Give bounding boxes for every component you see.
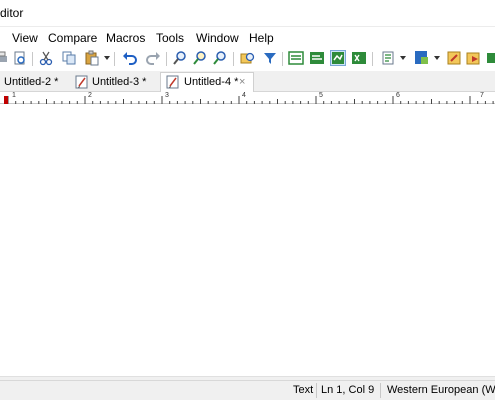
find-next-icon[interactable] bbox=[192, 50, 208, 66]
ruler-label: 2 bbox=[88, 92, 92, 99]
redo-icon[interactable] bbox=[145, 50, 161, 66]
bookmark-icon[interactable] bbox=[414, 50, 430, 66]
paste-dropdown-icon[interactable] bbox=[104, 56, 110, 60]
print-icon[interactable] bbox=[0, 50, 10, 66]
ruler-label: 3 bbox=[165, 92, 169, 99]
ruler-label: 7 bbox=[480, 92, 484, 99]
ruler: 1 2 3 4 5 6 7 bbox=[0, 92, 495, 104]
toolbar-separator bbox=[166, 52, 167, 66]
toolbar-separator bbox=[282, 52, 283, 66]
tab-label: Untitled-2 * bbox=[4, 76, 59, 88]
toolbar-separator bbox=[114, 52, 115, 66]
status-encoding[interactable]: Western European (Wir bbox=[387, 384, 495, 396]
editor-area[interactable] bbox=[0, 104, 495, 376]
macro-dropdown-icon[interactable] bbox=[400, 56, 406, 60]
cut-icon[interactable] bbox=[38, 50, 54, 66]
menu-window[interactable]: Window bbox=[196, 31, 239, 45]
ruler-ticks bbox=[4, 96, 494, 104]
ruler-label: 5 bbox=[319, 92, 323, 99]
paste-icon[interactable] bbox=[84, 50, 100, 66]
tab-untitled-2[interactable]: Untitled-2 * bbox=[0, 73, 70, 92]
ruler-label: 1 bbox=[12, 92, 16, 99]
column-mode-icon[interactable] bbox=[330, 50, 346, 66]
toolbar-separator bbox=[372, 52, 373, 66]
status-separator bbox=[316, 383, 317, 398]
tab-untitled-3[interactable]: Untitled-3 * bbox=[70, 73, 158, 92]
menu-macros[interactable]: Macros bbox=[106, 31, 145, 45]
tab-label: Untitled-3 * bbox=[92, 76, 147, 88]
copy-icon[interactable] bbox=[61, 50, 77, 66]
tab-label: Untitled-4 * bbox=[184, 76, 239, 88]
status-position[interactable]: Ln 1, Col 9 bbox=[321, 384, 374, 396]
tool-icon[interactable] bbox=[446, 50, 462, 66]
title-bar: ditor bbox=[0, 0, 495, 27]
close-icon[interactable]: × bbox=[239, 76, 245, 88]
tab-bar: Untitled-2 * Untitled-3 * Untitled-4 * × bbox=[0, 71, 495, 93]
hex-view-icon[interactable] bbox=[351, 50, 367, 66]
menu-compare[interactable]: Compare bbox=[48, 31, 97, 45]
print-preview-icon[interactable] bbox=[12, 50, 28, 66]
tab-untitled-4[interactable]: Untitled-4 * × bbox=[160, 72, 254, 93]
toolbar-separator bbox=[233, 52, 234, 66]
filter-icon[interactable] bbox=[262, 50, 278, 66]
undo-icon[interactable] bbox=[122, 50, 138, 66]
ruler-label: 6 bbox=[396, 92, 400, 99]
list-icon[interactable] bbox=[288, 50, 304, 66]
ruler-cursor-marker bbox=[4, 96, 8, 104]
menu-bar: View Compare Macros Tools Window Help bbox=[0, 28, 495, 48]
window-title: ditor bbox=[0, 6, 24, 20]
menu-tools[interactable]: Tools bbox=[156, 31, 184, 45]
menu-view[interactable]: View bbox=[12, 31, 38, 45]
find-icon[interactable] bbox=[172, 50, 188, 66]
status-bar: Text Ln 1, Col 9 Western European (Wir bbox=[0, 380, 495, 400]
status-separator bbox=[380, 383, 381, 398]
menu-help[interactable]: Help bbox=[249, 31, 274, 45]
extra-icon[interactable] bbox=[487, 50, 495, 66]
document-icon bbox=[75, 75, 89, 92]
word-wrap-icon[interactable] bbox=[309, 50, 325, 66]
toolbar bbox=[0, 48, 495, 70]
find-in-files-icon[interactable] bbox=[240, 50, 256, 66]
find-replace-icon[interactable] bbox=[212, 50, 228, 66]
bookmark-dropdown-icon[interactable] bbox=[434, 56, 440, 60]
macro-icon[interactable] bbox=[380, 50, 396, 66]
document-icon bbox=[166, 75, 180, 92]
status-mode[interactable]: Text bbox=[293, 384, 313, 396]
run-icon[interactable] bbox=[466, 50, 482, 66]
toolbar-separator bbox=[32, 52, 33, 66]
ruler-label: 4 bbox=[242, 92, 246, 99]
editor-window: ditor View Compare Macros Tools Window H… bbox=[0, 0, 495, 400]
